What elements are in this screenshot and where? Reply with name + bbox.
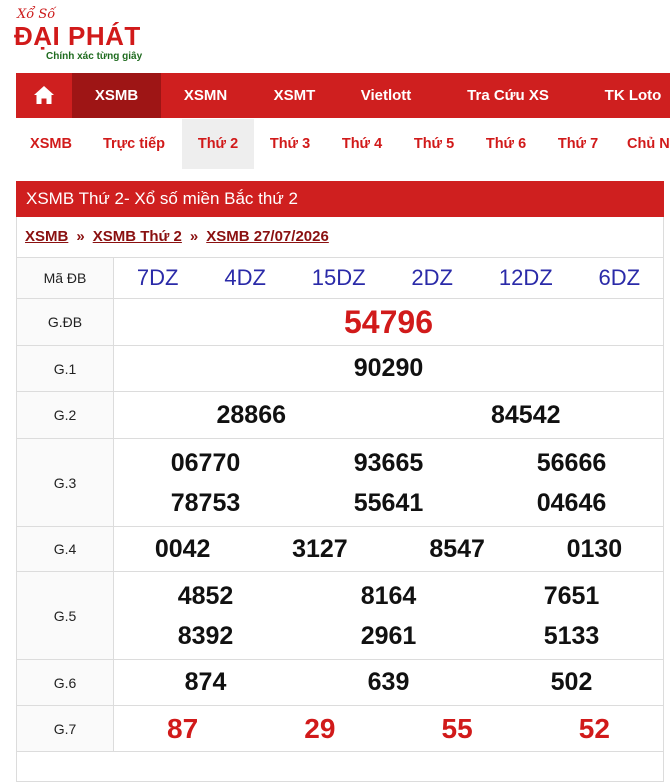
prize-number: 8164	[360, 581, 417, 610]
ma-db-code: 12DZ	[498, 265, 553, 290]
prize-label-g2: G.2	[16, 391, 114, 439]
prize-number: 29	[304, 712, 336, 744]
prize-label-gdb: G.ĐB	[16, 298, 114, 346]
prize-number: 0042	[154, 534, 211, 563]
prize-label-g7: G.7	[16, 705, 114, 752]
ma-db-code: 4DZ	[224, 265, 266, 290]
prize-number: 55641	[353, 488, 424, 517]
breadcrumb-separator: »	[76, 228, 85, 245]
table-row: G.3 06770 93665 56666 78753 55641 04646	[16, 438, 664, 527]
nav-item-xsmb[interactable]: XSMB	[72, 73, 161, 118]
breadcrumb: XSMB » XSMB Thứ 2 » XSMB 27/07/2026	[25, 217, 329, 257]
table-row: G.6 874 639 502	[16, 659, 664, 706]
table-row: G.1 90290	[16, 345, 664, 392]
tab-chu-nhat[interactable]: Chủ Nhật	[614, 119, 670, 169]
prize-number: 87	[167, 712, 199, 744]
prize-label-g1: G.1	[16, 345, 114, 392]
tab-thu-6[interactable]: Thứ 6	[470, 119, 542, 169]
result-box: XSMB Thứ 2- Xổ số miền Bắc thứ 2 XSMB» XS…	[16, 181, 664, 782]
tab-thu-4[interactable]: Thứ 4	[326, 119, 398, 169]
logo-small-text: Xổ Số	[17, 7, 56, 22]
prize-number: 28866	[216, 400, 287, 429]
breadcrumb-xsmb[interactable]: XSMB	[25, 228, 68, 245]
nav-item-tra-cuu[interactable]: Tra Cứu XS	[433, 73, 583, 118]
tab-thu-2[interactable]: Thứ 2	[182, 119, 254, 169]
result-title: XSMB Thứ 2- Xổ số miền Bắc thứ 2	[16, 181, 664, 217]
table-row: Mã ĐB 7DZ 4DZ 15DZ 2DZ 12DZ 6DZ	[16, 257, 664, 299]
result-table: Mã ĐB 7DZ 4DZ 15DZ 2DZ 12DZ 6DZ G.ĐB 547…	[16, 257, 664, 752]
prize-number: 52	[578, 712, 610, 744]
home-icon[interactable]	[16, 73, 72, 118]
tab-thu-5[interactable]: Thứ 5	[398, 119, 470, 169]
main-nav: XSMB XSMN XSMT Vietlott Tra Cứu XS TK Lo…	[16, 73, 670, 118]
prize-number: 0130	[566, 534, 623, 563]
logo-main-text: ĐẠI PHÁT	[14, 21, 141, 51]
tab-thu-7[interactable]: Thứ 7	[542, 119, 614, 169]
prize-label-g5: G.5	[16, 571, 114, 660]
table-row: G.7 87 29 55 52	[16, 705, 664, 752]
ma-db-label: Mã ĐB	[16, 257, 114, 299]
prize-number: 502	[550, 668, 593, 696]
table-row: G.4 0042 3127 8547 0130	[16, 526, 664, 572]
ma-db-code: 7DZ	[136, 265, 179, 290]
special-prize-number: 54796	[344, 303, 433, 340]
prize-label-g6: G.6	[16, 659, 114, 706]
logo-tagline: Chính xác từng giây	[46, 51, 143, 62]
prize-number: 7651	[543, 581, 600, 610]
prize-label-g4: G.4	[16, 526, 114, 572]
nav-item-xsmt[interactable]: XSMT	[250, 73, 339, 118]
nav-item-tk-loto[interactable]: TK Loto	[583, 73, 670, 118]
prize-number: 5133	[543, 621, 600, 650]
prize-number: 06770	[170, 448, 241, 477]
tab-xsmb[interactable]: XSMB	[16, 119, 86, 169]
site-logo[interactable]: Xổ Số ĐẠI PHÁT Chính xác từng giây	[14, 4, 164, 64]
prize-number: 2961	[360, 621, 417, 650]
prize-number: 8392	[177, 621, 234, 650]
prize-number: 55	[441, 712, 473, 744]
prize-number: 84542	[490, 400, 561, 429]
prize-number: 56666	[536, 448, 607, 477]
breadcrumb-separator: »	[189, 228, 199, 245]
ma-db-code: 6DZ	[598, 265, 641, 290]
table-row: G.2 28866 84542	[16, 391, 664, 439]
breadcrumb-xsmb-thu-2[interactable]: XSMB Thứ 2	[93, 228, 182, 245]
breadcrumb-xsmb-date[interactable]: XSMB 27/07/2026	[206, 228, 329, 245]
prize-label-g3: G.3	[16, 438, 114, 527]
tab-thu-3[interactable]: Thứ 3	[254, 119, 326, 169]
nav-item-vietlott[interactable]: Vietlott	[339, 73, 433, 118]
prize-number: 93665	[353, 448, 424, 477]
prize-number: 874	[184, 668, 227, 696]
prize-number: 639	[367, 668, 410, 696]
ma-db-code: 2DZ	[411, 265, 453, 290]
nav-item-xsmn[interactable]: XSMN	[161, 73, 250, 118]
day-tabs: XSMB Trực tiếp Thứ 2 Thứ 3 Thứ 4 Thứ 5 T…	[16, 119, 670, 169]
prize-number: 3127	[292, 534, 348, 563]
table-row: G.ĐB 54796	[16, 298, 664, 346]
prize-number: 78753	[170, 488, 241, 517]
ma-db-codes: 7DZ 4DZ 15DZ 2DZ 12DZ 6DZ	[114, 265, 663, 291]
tab-truc-tiep[interactable]: Trực tiếp	[86, 119, 182, 169]
prize-number: 8547	[429, 534, 485, 563]
prize-number: 04646	[536, 488, 607, 517]
table-row: G.5 4852 8164 7651 8392 2961 5133	[16, 571, 664, 660]
prize-number: 4852	[177, 581, 234, 610]
prize-number: 90290	[353, 354, 424, 382]
ma-db-code: 15DZ	[311, 265, 366, 290]
